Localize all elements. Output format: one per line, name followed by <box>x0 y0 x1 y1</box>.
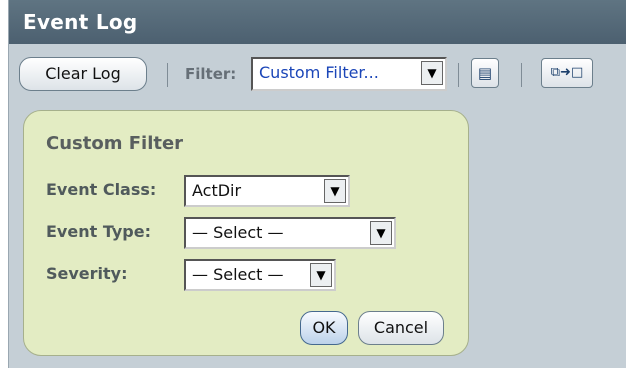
clear-log-button[interactable]: Clear Log <box>19 57 147 91</box>
event-class-value: ActDir <box>192 181 242 200</box>
custom-filter-title: Custom Filter <box>46 133 184 154</box>
event-type-label: Event Type: <box>46 222 151 241</box>
cancel-button[interactable]: Cancel <box>358 311 444 345</box>
event-class-select[interactable]: ActDir ▼ <box>184 175 350 207</box>
event-class-label: Event Class: <box>46 180 157 199</box>
event-type-value: — Select — <box>192 223 284 242</box>
filter-select[interactable]: Custom Filter... ▼ <box>251 57 447 91</box>
chevron-down-icon[interactable]: ▼ <box>370 221 392 245</box>
toolbar-divider <box>458 63 459 87</box>
severity-value: — Select — <box>192 265 284 284</box>
toolbar-divider <box>521 63 522 87</box>
copy-to-window-icon[interactable]: ⧉➜□ <box>541 58 593 88</box>
toolbar-divider <box>167 63 168 87</box>
severity-select[interactable]: — Select — ▼ <box>184 259 336 291</box>
chevron-down-icon[interactable]: ▼ <box>324 179 346 203</box>
filter-label: Filter: <box>185 65 237 83</box>
document-icon[interactable]: ▤ <box>471 58 499 88</box>
event-log-panel: Event Log Clear Log Filter: Custom Filte… <box>8 0 626 368</box>
panel-title: Event Log <box>9 0 626 44</box>
event-type-select[interactable]: — Select — ▼ <box>184 217 396 249</box>
chevron-down-icon[interactable]: ▼ <box>310 263 332 287</box>
chevron-down-icon[interactable]: ▼ <box>421 61 443 85</box>
filter-select-value: Custom Filter... <box>259 63 379 82</box>
ok-button[interactable]: OK <box>300 311 348 345</box>
toolbar: Clear Log Filter: Custom Filter... ▼ ▤ ⧉… <box>9 44 626 102</box>
severity-label: Severity: <box>46 264 128 283</box>
custom-filter-card: Custom Filter Event Class: ActDir ▼ Even… <box>23 110 469 356</box>
